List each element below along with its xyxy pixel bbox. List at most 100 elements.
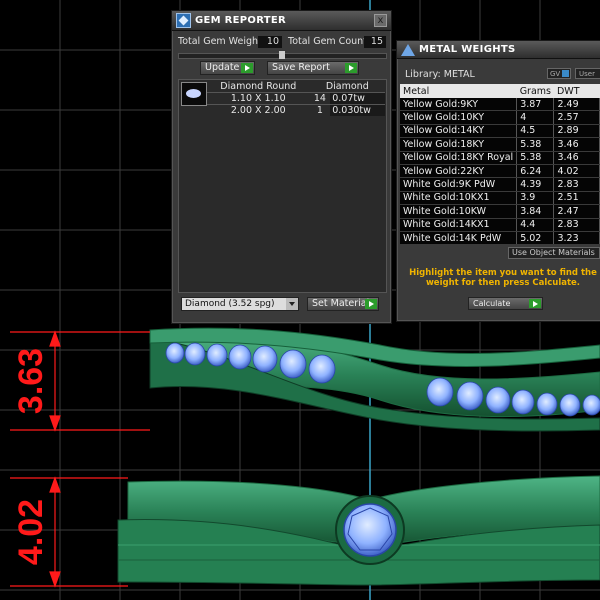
gem-header-type: Diamond (309, 81, 385, 93)
set-material-button-label: Set Material (312, 298, 370, 309)
ring-top-view (149, 327, 600, 432)
dimension-bottom-label: 4.02 (12, 499, 50, 565)
gem-reporter-panel: GEM REPORTER x Total Gem Weight 10 Total… (171, 10, 392, 324)
dimension-top-label: 3.63 (12, 348, 50, 414)
table-row[interactable]: Yellow Gold:22KY 6.24 4.02 (400, 164, 600, 179)
col-dwt[interactable]: DWT (553, 84, 600, 98)
table-row[interactable]: Yellow Gold:9KY 3.87 2.49 (400, 98, 600, 112)
table-row[interactable]: 1.10 X 1.10 14 0.07tw (207, 92, 385, 105)
metal-grams: 4.39 (516, 177, 555, 192)
calculate-button[interactable]: Calculate (468, 297, 543, 310)
close-icon[interactable]: x (374, 14, 387, 27)
metal-dwt: 2.83 (553, 218, 600, 232)
update-button-label: Update (205, 62, 240, 73)
total-gem-weight-value[interactable]: 10 (258, 36, 282, 48)
metal-name: Yellow Gold:22KY (400, 164, 518, 179)
metal-name: Yellow Gold:18KY (400, 137, 518, 152)
metal-weights-title: METAL WEIGHTS (419, 44, 516, 55)
gem-count: 1 (316, 105, 323, 116)
metal-grams: 4 (516, 110, 555, 125)
user-label: User (579, 70, 595, 78)
metal-grams: 3.84 (516, 204, 555, 219)
slider-handle[interactable] (279, 51, 285, 59)
chevron-down-icon (286, 298, 298, 310)
go-arrow-icon (241, 63, 253, 73)
update-button[interactable]: Update (200, 61, 255, 75)
gem-weight: 0.07tw (330, 92, 385, 105)
total-gem-count-value[interactable]: 15 (364, 36, 386, 48)
material-select-value: Diamond (3.52 spg) (185, 299, 275, 309)
metal-dwt: 2.57 (553, 110, 600, 125)
table-row[interactable]: White Gold:10KX1 3.9 2.51 (400, 191, 600, 206)
metal-dwt: 2.83 (553, 177, 600, 192)
gem-list: Diamond Round Diamond 1.10 X 1.10 14 0.0… (178, 79, 387, 293)
metal-name: White Gold:14KX1 (400, 218, 518, 232)
table-row[interactable]: White Gold:10KW 3.84 2.47 (400, 204, 600, 219)
metal-grams: 3.9 (516, 191, 555, 206)
gem-header-shape: Diamond Round (207, 81, 310, 93)
col-grams[interactable]: Grams (516, 84, 554, 98)
metal-name: White Gold:14K PdW (400, 231, 518, 246)
warning-triangle-icon (401, 43, 415, 56)
metal-dwt: 2.89 (553, 124, 600, 139)
go-arrow-icon (529, 299, 541, 308)
total-gem-count-label: Total Gem Count (288, 36, 367, 47)
gem-size: 1.10 X 1.10 (207, 92, 310, 105)
metal-grams: 6.24 (516, 164, 555, 179)
col-metal[interactable]: Metal (400, 84, 517, 98)
metal-grams: 5.02 (516, 231, 555, 246)
center-stone (335, 495, 405, 565)
table-row[interactable]: White Gold:14KX1 4.4 2.83 (400, 218, 600, 232)
metal-name: White Gold:10KW (400, 204, 518, 219)
metal-dwt: 3.46 (553, 151, 600, 165)
go-arrow-icon (365, 299, 377, 309)
table-row[interactable]: White Gold:9K PdW 4.39 2.83 (400, 177, 600, 192)
metal-dwt: 2.47 (553, 204, 600, 219)
metal-dwt: 4.02 (553, 164, 600, 179)
gv-label: GV (550, 70, 561, 78)
metal-dwt: 2.51 (553, 191, 600, 206)
metal-dwt: 2.49 (553, 98, 600, 112)
table-row[interactable]: Yellow Gold:18KY 5.38 3.46 (400, 137, 600, 152)
metal-name: Yellow Gold:14KY (400, 124, 518, 139)
library-label: Library: METAL (405, 69, 475, 80)
use-object-materials-label: Use Object Materials (512, 248, 595, 257)
set-material-button[interactable]: Set Material (307, 297, 379, 311)
save-report-button[interactable]: Save Report (267, 61, 359, 75)
gem-weight: 0.030tw (330, 104, 385, 116)
metal-name: Yellow Gold:9KY (400, 98, 518, 112)
diamond-round-icon (181, 82, 207, 106)
metal-weights-titlebar[interactable]: METAL WEIGHTS (397, 41, 600, 59)
gem-size: 2.00 X 2.00 (230, 105, 286, 116)
info-icon (562, 70, 569, 77)
gem-count: 14 (309, 92, 331, 105)
total-gem-weight-label: Total Gem Weight (178, 36, 262, 47)
gem-reporter-titlebar[interactable]: GEM REPORTER x (172, 11, 391, 31)
go-arrow-icon (345, 63, 357, 73)
metal-name: Yellow Gold:10KY (400, 110, 518, 125)
user-button[interactable]: User (575, 68, 600, 79)
table-row[interactable]: Yellow Gold:14KY 4.5 2.89 (400, 124, 600, 139)
gem-reporter-app-icon (176, 13, 191, 28)
save-report-button-label: Save Report (272, 62, 330, 73)
use-object-materials-button[interactable]: Use Object Materials (508, 247, 600, 259)
gem-reporter-title: GEM REPORTER (195, 15, 287, 26)
metal-weights-table: Metal Grams DWT Yellow Gold:9KY 3.87 2.49 … (400, 84, 600, 246)
table-row[interactable]: Yellow Gold:10KY 4 2.57 (400, 110, 600, 125)
table-row[interactable]: Yellow Gold:18KY Royal 5.38 3.46 (400, 151, 600, 165)
metal-dwt: 3.46 (553, 137, 600, 152)
calculate-instruction: Highlight the item you want to find the … (409, 268, 597, 288)
metal-grams: 3.87 (516, 98, 555, 112)
metal-name: White Gold:10KX1 (400, 191, 518, 206)
metal-grams: 5.38 (516, 137, 555, 152)
metal-name: White Gold:9K PdW (400, 177, 518, 192)
table-row[interactable]: 2.00 X 2.00 1 0.030tw (207, 104, 385, 116)
gem-table: Diamond Round Diamond 1.10 X 1.10 14 0.0… (207, 81, 385, 116)
gv-button[interactable]: GV (547, 68, 571, 79)
metal-grams: 4.5 (516, 124, 555, 139)
weight-slider[interactable] (178, 51, 387, 59)
metal-dwt: 3.23 (553, 231, 600, 246)
table-row[interactable]: White Gold:14K PdW 5.02 3.23 (400, 231, 600, 246)
material-select[interactable]: Diamond (3.52 spg) (181, 297, 299, 311)
calculate-button-label: Calculate (473, 299, 511, 308)
